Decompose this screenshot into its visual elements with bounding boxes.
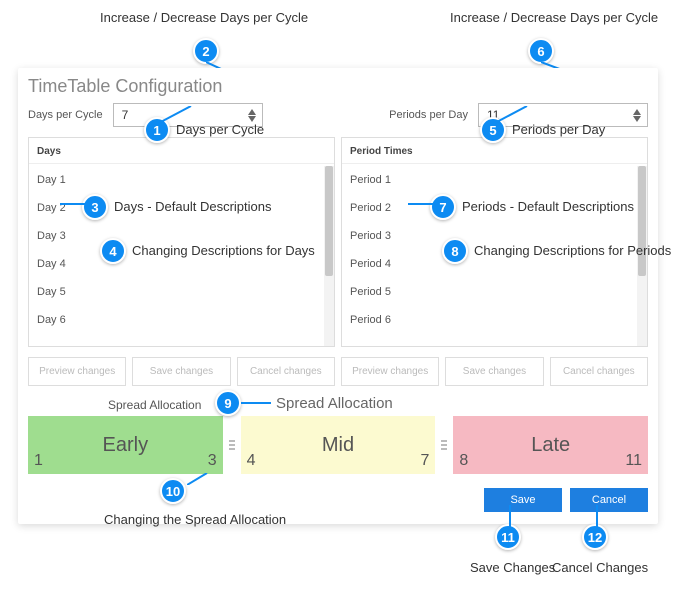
segment-name: Mid: [322, 434, 354, 457]
cancel-changes-button[interactable]: Cancel changes: [550, 357, 648, 386]
spread-grip[interactable]: [441, 416, 447, 474]
spread-segment-mid: Mid 4 7: [241, 416, 436, 474]
chevron-up-icon[interactable]: [633, 109, 641, 115]
list-item[interactable]: Day 1: [29, 166, 324, 194]
segment-to: 3: [208, 452, 217, 470]
list-item[interactable]: Day 6: [29, 306, 324, 334]
annotation-text: Increase / Decrease Days per Cycle: [100, 10, 308, 25]
periods-per-day-spinner[interactable]: 11: [478, 103, 648, 127]
segment-to: 7: [420, 452, 429, 470]
timetable-config-panel: TimeTable Configuration Days per Cycle 7…: [18, 68, 658, 524]
chevron-down-icon[interactable]: [633, 116, 641, 122]
annotation-bubble-6: 6: [528, 38, 554, 64]
spread-segment-early: Early 1 3: [28, 416, 223, 474]
spread-grip[interactable]: [229, 416, 235, 474]
scrollbar[interactable]: [324, 166, 334, 346]
chevron-down-icon[interactable]: [248, 116, 256, 122]
periods-header: Period Times: [342, 138, 647, 164]
periods-list: Period Times Period 1 Period 2 Period 3 …: [341, 137, 648, 347]
periods-per-day-value: 11: [487, 108, 499, 122]
segment-to: 11: [625, 452, 642, 470]
annotation-text: Increase / Decrease Days per Cycle: [450, 10, 658, 25]
panel-title: TimeTable Configuration: [28, 76, 648, 97]
list-item[interactable]: Day 4: [29, 250, 324, 278]
segment-from: 4: [247, 452, 256, 470]
cancel-button[interactable]: Cancel: [570, 488, 648, 512]
annotation-bubble-2: 2: [193, 38, 219, 64]
annotation-text: Cancel Changes: [552, 560, 648, 575]
days-header: Days: [29, 138, 334, 164]
list-item[interactable]: Day 5: [29, 278, 324, 306]
list-item[interactable]: Day 3: [29, 222, 324, 250]
list-item[interactable]: Period 4: [342, 250, 637, 278]
list-item[interactable]: Period 6: [342, 306, 637, 334]
cancel-changes-button[interactable]: Cancel changes: [237, 357, 335, 386]
preview-changes-button[interactable]: Preview changes: [341, 357, 439, 386]
spinner-arrows[interactable]: [248, 109, 256, 122]
annotation-text: Save Changes: [470, 560, 555, 575]
annotation-bubble-12: 12: [582, 524, 608, 550]
chevron-up-icon[interactable]: [248, 109, 256, 115]
list-item[interactable]: Period 2: [342, 194, 637, 222]
list-item[interactable]: Day 2: [29, 194, 324, 222]
scrollbar-thumb[interactable]: [325, 166, 333, 276]
segment-name: Early: [103, 434, 149, 457]
list-item[interactable]: Period 3: [342, 222, 637, 250]
days-per-cycle-spinner[interactable]: 7: [113, 103, 263, 127]
spinner-arrows[interactable]: [633, 109, 641, 122]
save-button[interactable]: Save: [484, 488, 562, 512]
annotation-bubble-11: 11: [495, 524, 521, 550]
spread-allocation: Early 1 3 Mid 4 7 Late 8 11: [28, 416, 648, 474]
scrollbar[interactable]: [637, 166, 647, 346]
scrollbar-thumb[interactable]: [638, 166, 646, 276]
segment-from: 1: [34, 452, 43, 470]
segment-from: 8: [459, 452, 468, 470]
preview-changes-button[interactable]: Preview changes: [28, 357, 126, 386]
save-changes-button[interactable]: Save changes: [132, 357, 230, 386]
save-changes-button[interactable]: Save changes: [445, 357, 543, 386]
days-per-cycle-label: Days per Cycle: [28, 109, 103, 121]
spread-segment-late: Late 8 11: [453, 416, 648, 474]
list-item[interactable]: Period 1: [342, 166, 637, 194]
periods-per-day-label: Periods per Day: [389, 109, 468, 121]
days-list: Days Day 1 Day 2 Day 3 Day 4 Day 5 Day 6: [28, 137, 335, 347]
spread-allocation-label: Spread Allocation: [108, 398, 648, 412]
segment-name: Late: [531, 434, 570, 457]
list-item[interactable]: Period 5: [342, 278, 637, 306]
days-per-cycle-value: 7: [122, 108, 129, 122]
